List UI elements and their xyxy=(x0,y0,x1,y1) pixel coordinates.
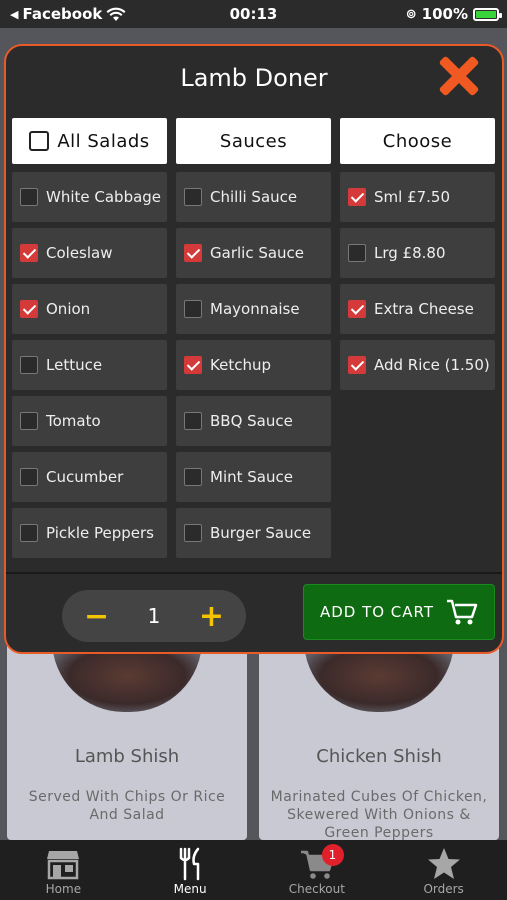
option-label: Coleslaw xyxy=(46,244,113,262)
option-ketchup[interactable]: Ketchup xyxy=(176,340,331,390)
checkbox[interactable] xyxy=(20,188,38,206)
column-header-label: Choose xyxy=(382,130,453,152)
increase-quantity-button[interactable]: + xyxy=(199,599,224,634)
tab-label: Orders xyxy=(423,882,464,896)
option-label: Mint Sauce xyxy=(210,468,293,486)
store-icon xyxy=(47,851,80,880)
tab-bar: Home Menu 1 Checkout Orders xyxy=(0,840,507,900)
option-mint-sauce[interactable]: Mint Sauce xyxy=(176,452,331,502)
add-to-cart-label: ADD TO CART xyxy=(319,603,435,621)
close-icon[interactable] xyxy=(436,54,480,98)
option-extra-cheese[interactable]: Extra Cheese xyxy=(340,284,495,334)
tab-label: Menu xyxy=(173,882,207,896)
option-label: Onion xyxy=(46,300,91,318)
all-salads-checkbox[interactable] xyxy=(29,131,50,151)
option-lettuce[interactable]: Lettuce xyxy=(12,340,167,390)
option-garlic-sauce[interactable]: Garlic Sauce xyxy=(176,228,331,278)
option-white-cabbage[interactable]: White Cabbage xyxy=(12,172,167,222)
decrease-quantity-button[interactable]: − xyxy=(84,599,109,634)
checkbox[interactable] xyxy=(20,412,38,430)
column-header-label: All Salads xyxy=(57,130,150,152)
menu-card-title: Chicken Shish xyxy=(316,746,442,767)
menu-card-title: Lamb Shish xyxy=(74,746,180,767)
tab-label: Checkout xyxy=(288,882,345,896)
checkbox[interactable] xyxy=(184,356,202,374)
option-label: Garlic Sauce xyxy=(210,244,305,262)
option-tomato[interactable]: Tomato xyxy=(12,396,167,446)
option-label: White Cabbage xyxy=(46,188,162,206)
option-cucumber[interactable]: Cucumber xyxy=(12,452,167,502)
cart-count-badge: 1 xyxy=(321,844,344,866)
checkbox[interactable] xyxy=(184,300,202,318)
checkbox[interactable] xyxy=(184,244,202,262)
checkbox[interactable] xyxy=(184,188,202,206)
option-label: Sml £7.50 xyxy=(374,188,451,206)
checkbox[interactable] xyxy=(184,412,202,430)
option-label: Burger Sauce xyxy=(210,524,312,542)
divider xyxy=(6,572,502,574)
tab-orders[interactable]: Orders xyxy=(380,840,507,900)
battery-percent: 100% xyxy=(421,5,468,23)
tab-label: Home xyxy=(45,882,82,896)
option-mayonnaise[interactable]: Mayonnaise xyxy=(176,284,331,334)
menu-card-description: Marinated Cubes Of Chicken, Skewered Wit… xyxy=(270,789,488,840)
add-to-cart-icon xyxy=(447,599,478,625)
checkbox[interactable] xyxy=(20,300,38,318)
all-salads-toggle[interactable]: All Salads xyxy=(12,118,167,164)
tab-menu[interactable]: Menu xyxy=(127,840,254,900)
option-chilli-sauce[interactable]: Chilli Sauce xyxy=(176,172,331,222)
option-label: Lettuce xyxy=(46,356,103,374)
checkbox[interactable] xyxy=(348,188,366,206)
checkbox[interactable] xyxy=(184,468,202,486)
option-label: Lrg £8.80 xyxy=(374,244,446,262)
tab-home[interactable]: Home xyxy=(0,840,127,900)
column-header-label: Sauces xyxy=(219,130,288,152)
option-label: Extra Cheese xyxy=(374,300,474,318)
star-icon xyxy=(427,848,460,879)
status-bar: ◀ Facebook 00:13 ⊚ 100% xyxy=(0,0,507,28)
option-pickle-peppers[interactable]: Pickle Peppers xyxy=(12,508,167,558)
option-label: BBQ Sauce xyxy=(210,412,293,430)
option-label: Mayonnaise xyxy=(210,300,300,318)
add-to-cart-button[interactable]: ADD TO CART xyxy=(303,584,495,640)
item-options-modal: Lamb Doner All Salads Sauces Choose Whit… xyxy=(4,44,504,654)
status-right: ⊚ 100% xyxy=(405,5,502,23)
tab-checkout[interactable]: 1 Checkout xyxy=(254,840,381,900)
menu-card[interactable]: Chicken Shish Marinated Cubes Of Chicken… xyxy=(259,640,499,840)
checkbox[interactable] xyxy=(348,244,366,262)
option-small-size[interactable]: Sml £7.50 xyxy=(340,172,495,222)
option-onion[interactable]: Onion xyxy=(12,284,167,334)
option-burger-sauce[interactable]: Burger Sauce xyxy=(176,508,331,558)
option-label: Add Rice (1.50) xyxy=(374,356,490,374)
option-label: Cucumber xyxy=(46,468,124,486)
option-coleslaw[interactable]: Coleslaw xyxy=(12,228,167,278)
option-label: Ketchup xyxy=(210,356,271,374)
checkbox[interactable] xyxy=(20,468,38,486)
menu-card-description: Served With Chips Or Rice And Salad xyxy=(28,789,226,823)
fork-knife-icon xyxy=(179,847,200,881)
menu-card[interactable]: Lamb Shish Served With Chips Or Rice And… xyxy=(7,640,247,840)
column-header-choose: Choose xyxy=(340,118,495,164)
option-bbq-sauce[interactable]: BBQ Sauce xyxy=(176,396,331,446)
checkbox[interactable] xyxy=(20,244,38,262)
option-large-size[interactable]: Lrg £8.80 xyxy=(340,228,495,278)
checkbox[interactable] xyxy=(348,356,366,374)
option-add-rice[interactable]: Add Rice (1.50) xyxy=(340,340,495,390)
quantity-value: 1 xyxy=(147,604,161,628)
checkbox[interactable] xyxy=(20,524,38,542)
checkbox[interactable] xyxy=(20,356,38,374)
column-header-sauces: Sauces xyxy=(176,118,331,164)
modal-title: Lamb Doner xyxy=(180,64,328,92)
option-label: Chilli Sauce xyxy=(210,188,298,206)
quantity-stepper: − 1 + xyxy=(62,590,246,642)
option-label: Tomato xyxy=(46,412,101,430)
checkbox[interactable] xyxy=(184,524,202,542)
battery-icon xyxy=(473,7,502,21)
checkbox[interactable] xyxy=(348,300,366,318)
orientation-lock-icon: ⊚ xyxy=(405,6,417,22)
option-label: Pickle Peppers xyxy=(46,524,154,542)
